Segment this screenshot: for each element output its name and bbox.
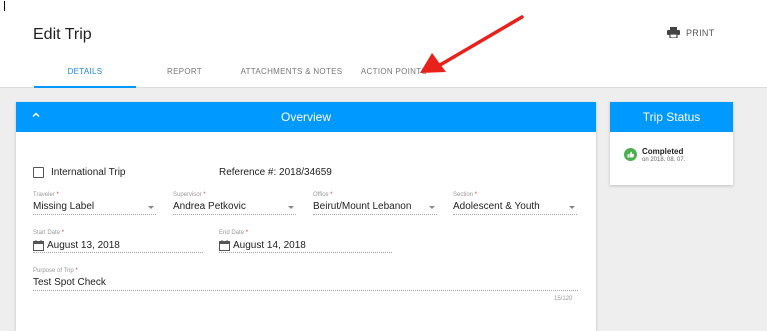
calendar-icon [219, 240, 230, 251]
traveler-value: Missing Label [33, 201, 95, 212]
overview-title: Overview [280, 110, 331, 124]
required-mark: * [203, 192, 206, 198]
print-button[interactable]: PRINT [667, 27, 715, 38]
traveler-field[interactable]: Traveler * Missing Label [33, 192, 156, 215]
required-mark: * [245, 230, 249, 236]
required-mark: * [474, 192, 478, 198]
header-bar: Edit Trip PRINT DETAILS REPORT ATTACHMEN… [0, 0, 767, 88]
tab-report[interactable]: REPORT [136, 64, 233, 88]
required-mark: * [330, 192, 333, 198]
page-title: Edit Trip [33, 26, 92, 43]
dropdown-arrow-icon [148, 206, 154, 209]
status-value: Completed [642, 147, 684, 156]
tab-details[interactable]: DETAILS [34, 64, 136, 88]
overview-card: Overview International Trip Reference #:… [16, 102, 596, 331]
office-label: Office [313, 192, 329, 198]
overview-header: Overview [16, 102, 596, 132]
office-value: Beirut/Mount Lebanon [313, 201, 412, 212]
purpose-label: Purpose of Trip [33, 268, 74, 274]
trip-status-title: Trip Status [610, 102, 733, 132]
section-label: Section [453, 192, 474, 198]
office-field[interactable]: Office * Beirut/Mount Lebanon [313, 192, 437, 215]
traveler-label: Traveler [33, 192, 55, 198]
thumbs-up-icon [624, 148, 637, 161]
trip-status-card: Trip Status Completed on 2018. 08. 07. [610, 102, 733, 185]
tab-bar: DETAILS REPORT ATTACHMENTS & NOTES ACTIO… [34, 64, 438, 88]
section-field[interactable]: Section * Adolescent & Youth [453, 192, 577, 215]
required-mark: * [61, 230, 65, 236]
start-date-field[interactable]: Start Date * August 13, 2018 [33, 230, 203, 253]
supervisor-value: Andrea Petkovic [173, 201, 246, 212]
end-date-label: End Date [219, 230, 245, 236]
calendar-icon [33, 240, 44, 251]
international-trip-label: International Trip [51, 167, 126, 178]
printer-icon [667, 27, 680, 38]
required-mark: * [75, 268, 78, 274]
required-mark: * [56, 192, 59, 198]
international-trip-checkbox[interactable]: International Trip [33, 167, 126, 178]
supervisor-field[interactable]: Supervisor * Andrea Petkovic [173, 192, 296, 215]
section-value: Adolescent & Youth [453, 201, 540, 212]
character-counter: 15/120 [554, 296, 573, 302]
purpose-of-trip-field[interactable]: Purpose of Trip * Test Spot Check [33, 268, 578, 291]
text-cursor [4, 1, 5, 11]
tab-action-points[interactable]: ACTION POINTS [350, 64, 438, 88]
start-date-value: August 13, 2018 [47, 240, 120, 251]
status-entry: Completed on 2018. 08. 07. [624, 147, 686, 163]
dropdown-arrow-icon [288, 206, 294, 209]
tab-attachments-notes[interactable]: ATTACHMENTS & NOTES [233, 64, 350, 88]
supervisor-label: Supervisor [173, 192, 202, 198]
start-date-label: Start Date [33, 230, 61, 236]
end-date-field[interactable]: End Date * August 14, 2018 [219, 230, 392, 253]
reference-number: Reference #: 2018/34659 [219, 167, 332, 178]
purpose-value: Test Spot Check [33, 277, 106, 288]
dropdown-arrow-icon [569, 206, 575, 209]
status-date: on 2018. 08. 07. [642, 156, 686, 163]
dropdown-arrow-icon [429, 206, 435, 209]
print-label: PRINT [686, 27, 715, 38]
checkbox-box[interactable] [33, 167, 44, 178]
end-date-value: August 14, 2018 [233, 240, 306, 251]
